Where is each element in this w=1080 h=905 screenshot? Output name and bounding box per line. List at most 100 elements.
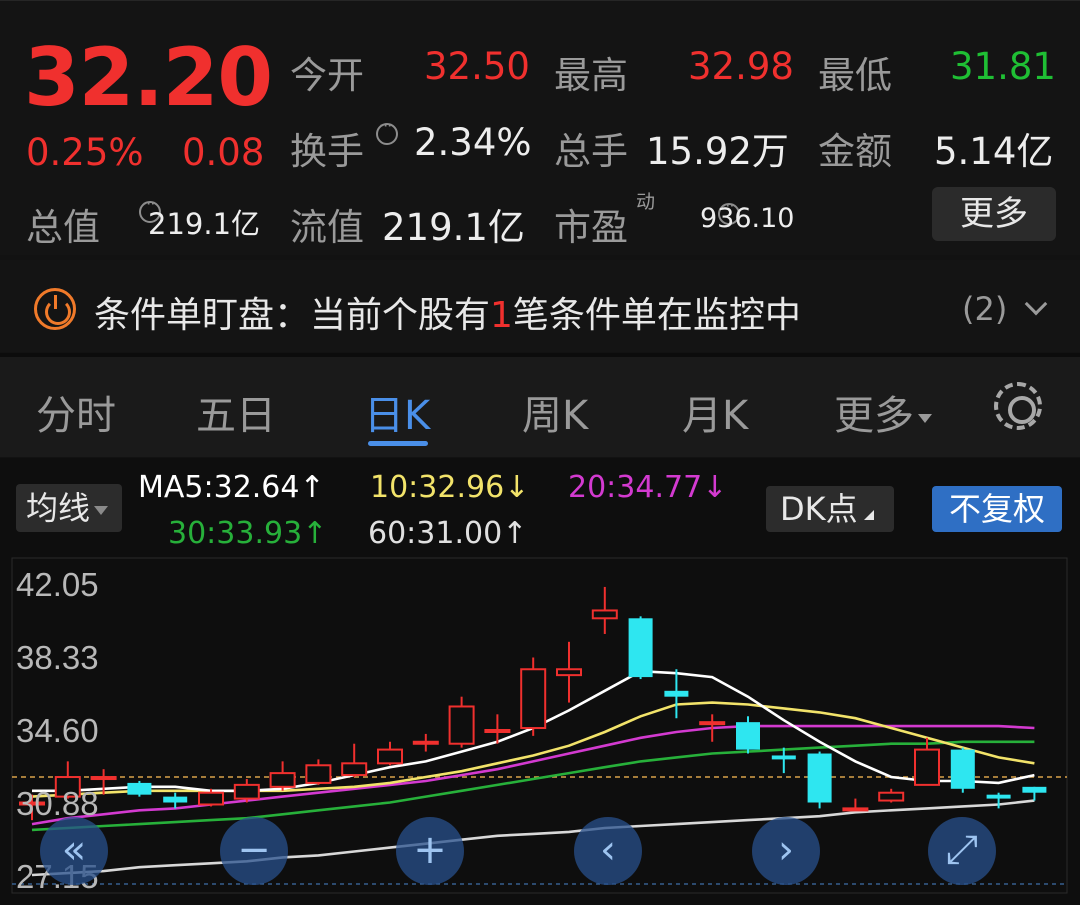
zoom-in-icon[interactable]: + xyxy=(396,817,464,885)
current-price: 32.20 xyxy=(24,31,273,124)
tab-more[interactable]: 更多 xyxy=(834,383,932,441)
turnover-label: 换手 xyxy=(290,130,364,173)
ma5-value: MA5:32.64↑ xyxy=(138,470,325,505)
candle-15 xyxy=(556,641,582,703)
candle-14 xyxy=(520,657,547,736)
alert-message: 条件单盯盘：当前个股有1笔条件单在监控中 xyxy=(94,286,801,338)
no-adjust-button[interactable]: 不复权 xyxy=(932,486,1062,532)
candle-body xyxy=(950,749,975,789)
scroll-left-icon[interactable]: ‹ xyxy=(574,817,642,885)
candle-8 xyxy=(305,759,332,785)
ma30-value: 30:33.93↑ xyxy=(168,516,328,551)
alert-prefix: 条件单盯盘：当前个股有 xyxy=(94,295,491,336)
open-value: 32.50 xyxy=(424,45,530,88)
alert-suffix: 笔条件单在监控中 xyxy=(512,295,801,336)
condition-order-alert[interactable]: 条件单盯盘：当前个股有1笔条件单在监控中 (2) xyxy=(0,260,1080,352)
candle-3 xyxy=(127,780,152,797)
zoom-out-icon[interactable]: − xyxy=(220,817,288,885)
candle-body xyxy=(341,762,368,777)
candle-26 xyxy=(950,747,975,793)
candle-17 xyxy=(628,616,653,680)
candle-20 xyxy=(736,716,760,754)
candle-body xyxy=(628,618,653,678)
candle-body xyxy=(771,755,796,760)
open-label: 今开 xyxy=(290,54,364,97)
ma10-value: 10:32.96↓ xyxy=(370,470,530,505)
low-value: 31.81 xyxy=(950,45,1056,88)
candle-18 xyxy=(664,669,689,719)
candle-body xyxy=(556,668,582,677)
candle-body xyxy=(198,791,224,806)
mktcap-label: 总值 xyxy=(26,206,100,249)
candle-body xyxy=(305,764,332,784)
ma60-value: 60:31.00↑ xyxy=(368,516,528,551)
scroll-right-icon[interactable]: › xyxy=(752,817,820,885)
zoom-in-icon-glyph: + xyxy=(413,827,447,873)
tab-weekly-k[interactable]: 周K xyxy=(522,383,588,441)
candle-body xyxy=(736,722,760,750)
fullscreen-icon[interactable]: ⤢ xyxy=(928,817,996,885)
float-label: 流值 xyxy=(290,206,364,249)
tab-daily-k[interactable]: 日K xyxy=(364,383,430,441)
candle-body xyxy=(448,705,475,745)
pe-value: 936.10 xyxy=(700,203,795,234)
candle-body xyxy=(914,748,940,786)
kline-chart[interactable]: 42.0538.3334.6030.8827.15 xyxy=(0,556,1080,905)
scroll-left-icon-glyph: ‹ xyxy=(600,827,616,873)
candle-6 xyxy=(233,778,260,803)
ma-selector-button[interactable]: 均线 xyxy=(16,484,122,532)
y-tick-label: 34.60 xyxy=(16,712,99,749)
zoom-out-icon-glyph: − xyxy=(237,827,271,873)
candle-4 xyxy=(163,792,188,809)
candle-body xyxy=(664,690,689,697)
change-amount: 0.08 xyxy=(182,131,265,174)
caret-down-icon xyxy=(918,413,932,423)
high-label: 最高 xyxy=(554,54,628,97)
candle-21 xyxy=(771,747,796,774)
chevron-down-icon[interactable] xyxy=(1024,292,1048,316)
tab-five-day[interactable]: 五日 xyxy=(196,383,276,441)
candle-body xyxy=(484,729,511,733)
pe-label: 市盈 xyxy=(554,206,628,249)
candle-7 xyxy=(269,761,296,791)
candle-body xyxy=(233,783,260,800)
candle-body xyxy=(163,796,188,803)
candle-body xyxy=(807,753,832,803)
scroll-left-fast-icon[interactable]: « xyxy=(40,817,108,885)
candlesticks xyxy=(19,586,1047,821)
tab-more-label: 更多 xyxy=(834,393,914,439)
tab-monthly-k[interactable]: 月K xyxy=(682,383,748,441)
volume-label: 总手 xyxy=(554,130,628,173)
dk-point-button[interactable]: DK点 xyxy=(766,486,894,532)
dk-corner-icon xyxy=(863,510,874,520)
tab-timeshare[interactable]: 分时 xyxy=(36,383,116,441)
period-tabs: 分时 五日 日K 周K 月K 更多 xyxy=(0,357,1080,457)
candle-10 xyxy=(377,741,403,766)
low-label: 最低 xyxy=(818,54,892,97)
high-value: 32.98 xyxy=(688,45,794,88)
candle-body xyxy=(269,772,296,788)
turnover-value: 2.34% xyxy=(414,121,532,164)
dk-point-label: DK点 xyxy=(780,490,858,528)
ma-caret-icon xyxy=(94,505,109,515)
candle-11 xyxy=(412,733,439,752)
candle-body xyxy=(591,609,618,620)
candle-body xyxy=(842,807,869,812)
candle-body xyxy=(1022,786,1047,793)
candle-body xyxy=(520,668,547,730)
candle-body xyxy=(127,782,152,795)
gear-icon[interactable] xyxy=(994,382,1042,430)
alert-clock-icon xyxy=(34,288,76,330)
mktcap-value: 219.1亿 xyxy=(148,207,261,241)
scroll-left-fast-icon-glyph: « xyxy=(61,827,87,873)
float-value: 219.1亿 xyxy=(382,206,525,249)
scroll-right-icon-glyph: › xyxy=(778,827,794,873)
candle-22 xyxy=(807,751,832,809)
candle-body xyxy=(377,748,403,765)
more-button[interactable]: 更多 xyxy=(932,187,1056,241)
pe-superscript: 动 xyxy=(636,191,656,213)
quote-panel: 32.20 0.25% 0.08 今开 32.50 最高 32.98 最低 31… xyxy=(0,0,1080,255)
candle-body xyxy=(412,740,439,745)
ma60-line xyxy=(31,799,1035,877)
turnover-info-icon[interactable] xyxy=(376,116,398,145)
